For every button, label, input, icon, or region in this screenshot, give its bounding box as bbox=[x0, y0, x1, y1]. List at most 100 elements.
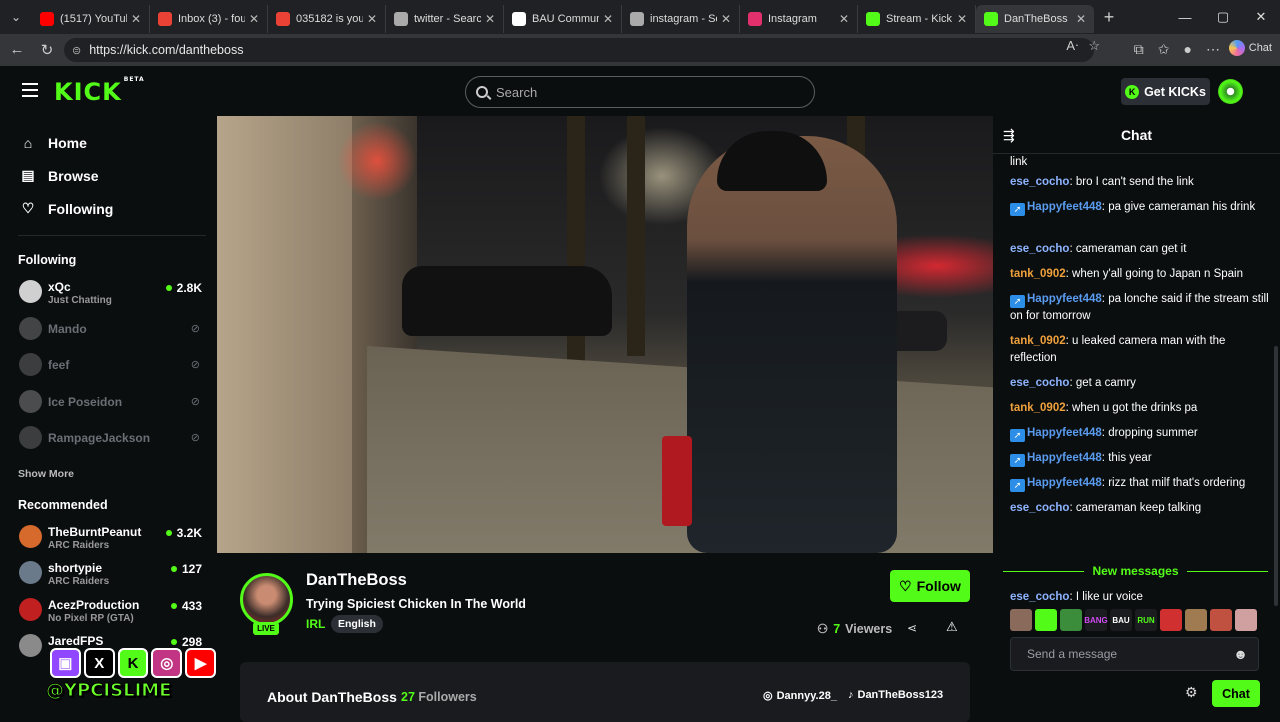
streamer-name[interactable]: DanTheBoss bbox=[306, 571, 407, 590]
language-tag[interactable]: English bbox=[331, 615, 383, 633]
send-message-box[interactable]: ☻ bbox=[1010, 637, 1259, 671]
chat-username[interactable]: Happyfeet448 bbox=[1027, 201, 1102, 213]
chat-username[interactable]: Happyfeet448 bbox=[1027, 477, 1102, 489]
browser-tab[interactable]: (1517) YouTube ✕ bbox=[32, 5, 150, 33]
tiktok-link[interactable]: ♪ DanTheBoss123 bbox=[848, 689, 943, 701]
emote-icon[interactable]: BANG bbox=[1084, 609, 1108, 631]
tab-close-icon[interactable]: ✕ bbox=[839, 12, 849, 26]
chat-username[interactable]: Happyfeet448 bbox=[1027, 452, 1102, 464]
channel-item[interactable]: Ice Poseidon ⊘ bbox=[0, 384, 216, 421]
get-kicks-button[interactable]: K Get KICKs bbox=[1121, 78, 1210, 105]
sidebar-item-following[interactable]: ♡ Following bbox=[0, 192, 216, 225]
emote-icon[interactable] bbox=[1060, 609, 1082, 631]
read-aloud-icon[interactable]: Aᐧ bbox=[1066, 38, 1078, 54]
maximize-button[interactable]: ▢ bbox=[1204, 0, 1242, 34]
chat-username[interactable]: Happyfeet448 bbox=[1027, 427, 1102, 439]
follow-button[interactable]: ♡ Follow bbox=[890, 570, 970, 602]
tab-title: Inbox (3) - fourth bbox=[178, 13, 245, 25]
split-screen-icon[interactable]: ⧉ bbox=[1134, 41, 1144, 58]
browser-tab[interactable]: Instagram ✕ bbox=[740, 5, 858, 33]
chat-scrollbar[interactable] bbox=[1274, 346, 1278, 606]
user-avatar[interactable] bbox=[1218, 79, 1243, 104]
chat-username[interactable]: tank_0902 bbox=[1010, 402, 1066, 414]
emoji-icon[interactable]: ☻ bbox=[1233, 646, 1248, 662]
chat-message: tank_0902: when u got the drinks pa bbox=[1010, 400, 1270, 417]
channel-name: Ice Poseidon bbox=[48, 394, 123, 409]
chat-username[interactable]: ese_cocho bbox=[1010, 377, 1069, 389]
chat-settings-gear-icon[interactable]: ⚙ bbox=[1185, 684, 1198, 701]
emote-icon[interactable] bbox=[1010, 609, 1032, 631]
send-message-input[interactable] bbox=[1027, 647, 1227, 661]
browser-tab[interactable]: twitter - Search ✕ bbox=[386, 5, 504, 33]
profile-icon[interactable]: ● bbox=[1184, 41, 1192, 58]
search-input[interactable] bbox=[496, 84, 796, 100]
instagram-link[interactable]: ◎ Dannyy.28_ bbox=[763, 689, 837, 703]
chat-username[interactable]: ese_cocho bbox=[1010, 591, 1069, 602]
kick-logo[interactable]: KICK BETA bbox=[54, 76, 145, 106]
channel-item[interactable]: TheBurntPeanut ARC Raiders 3.2K bbox=[0, 519, 216, 556]
tab-close-icon[interactable]: ✕ bbox=[249, 12, 259, 26]
channel-category: ARC Raiders bbox=[48, 539, 110, 551]
kicks-coin-icon: K bbox=[1125, 84, 1140, 99]
emote-icon[interactable]: BAU bbox=[1110, 609, 1132, 631]
emote-icon[interactable] bbox=[1160, 609, 1182, 631]
favorites-icon[interactable]: ✩ bbox=[1158, 41, 1170, 58]
stream-category[interactable]: IRL bbox=[306, 617, 325, 631]
reload-button[interactable]: ↻ bbox=[32, 41, 62, 59]
gmail-favicon-icon bbox=[276, 12, 290, 26]
emote-icon[interactable] bbox=[1235, 609, 1257, 631]
chat-message: ese_cocho: I like ur voice bbox=[1010, 589, 1270, 602]
report-warning-icon[interactable]: ⚠ bbox=[946, 619, 958, 635]
chat-username[interactable]: Happyfeet448 bbox=[1027, 293, 1102, 305]
tab-close-icon[interactable]: ✕ bbox=[721, 12, 731, 26]
tab-close-icon[interactable]: ✕ bbox=[485, 12, 495, 26]
minimize-button[interactable]: — bbox=[1166, 0, 1204, 34]
tab-close-icon[interactable]: ✕ bbox=[367, 12, 377, 26]
emote-icon[interactable] bbox=[1035, 609, 1057, 631]
browser-tab[interactable]: BAU Community ✕ bbox=[504, 5, 622, 33]
site-info-icon[interactable]: ⊜ bbox=[72, 44, 81, 57]
new-tab-button[interactable]: + bbox=[1094, 7, 1124, 28]
hamburger-menu-icon[interactable] bbox=[22, 83, 38, 97]
chat-username[interactable]: tank_0902 bbox=[1010, 268, 1066, 280]
streamer-avatar[interactable] bbox=[240, 573, 293, 626]
more-options-icon[interactable]: ⋯ bbox=[1206, 41, 1220, 58]
channel-item[interactable]: AcezProduction No Pixel RP (GTA) 433 bbox=[0, 592, 216, 629]
back-button[interactable]: ← bbox=[2, 41, 32, 58]
channel-item[interactable]: shortypie ARC Raiders 127 bbox=[0, 555, 216, 592]
close-window-button[interactable]: ✕ bbox=[1242, 0, 1280, 34]
channel-item[interactable]: xQc Just Chatting 2.8K bbox=[0, 274, 216, 311]
copilot-chat-button[interactable]: Chat bbox=[1228, 40, 1272, 56]
chat-username[interactable]: tank_0902 bbox=[1010, 335, 1066, 347]
tab-close-icon[interactable]: ✕ bbox=[131, 12, 141, 26]
tab-close-icon[interactable]: ✕ bbox=[957, 12, 967, 26]
tab-close-icon[interactable]: ✕ bbox=[603, 12, 613, 26]
emote-icon[interactable]: RUN bbox=[1135, 609, 1157, 631]
sidebar-item-home[interactable]: ⌂ Home bbox=[0, 126, 216, 159]
channel-item[interactable]: feef ⊘ bbox=[0, 347, 216, 384]
sidebar-item-browse[interactable]: ▤ Browse bbox=[0, 159, 216, 192]
tab-close-icon[interactable]: ✕ bbox=[1076, 12, 1086, 26]
browser-tab[interactable]: DanTheBoss ✕ bbox=[976, 5, 1094, 33]
browser-tab[interactable]: 035182 is your I ✕ bbox=[268, 5, 386, 33]
url-bar[interactable]: ⊜ https://kick.com/dantheboss bbox=[64, 38, 1094, 62]
chat-username[interactable]: ese_cocho bbox=[1010, 502, 1069, 514]
chat-username[interactable]: ese_cocho bbox=[1010, 176, 1069, 188]
browser-tab[interactable]: Inbox (3) - fourth ✕ bbox=[150, 5, 268, 33]
emote-icon[interactable] bbox=[1185, 609, 1207, 631]
channel-item[interactable]: Mando ⊘ bbox=[0, 311, 216, 348]
channel-name: AcezProduction bbox=[48, 597, 140, 612]
browser-tab[interactable]: instagram - Sear ✕ bbox=[622, 5, 740, 33]
chat-username[interactable]: ese_cocho bbox=[1010, 243, 1069, 255]
send-chat-button[interactable]: Chat bbox=[1212, 680, 1260, 707]
browser-tab[interactable]: Stream - Kick Da ✕ bbox=[858, 5, 976, 33]
channel-item[interactable]: RampageJackson ⊘ bbox=[0, 420, 216, 457]
tab-list-chevron-icon[interactable]: ⌄ bbox=[0, 0, 32, 34]
share-icon[interactable]: ⋖ bbox=[907, 621, 917, 635]
emote-icon[interactable] bbox=[1210, 609, 1232, 631]
search-bar[interactable] bbox=[465, 76, 815, 108]
channel-viewers: 2.8K bbox=[165, 281, 202, 295]
favorite-star-icon[interactable]: ☆ bbox=[1088, 38, 1100, 54]
video-player[interactable] bbox=[217, 116, 993, 553]
show-more-link[interactable]: Show More bbox=[0, 457, 216, 491]
